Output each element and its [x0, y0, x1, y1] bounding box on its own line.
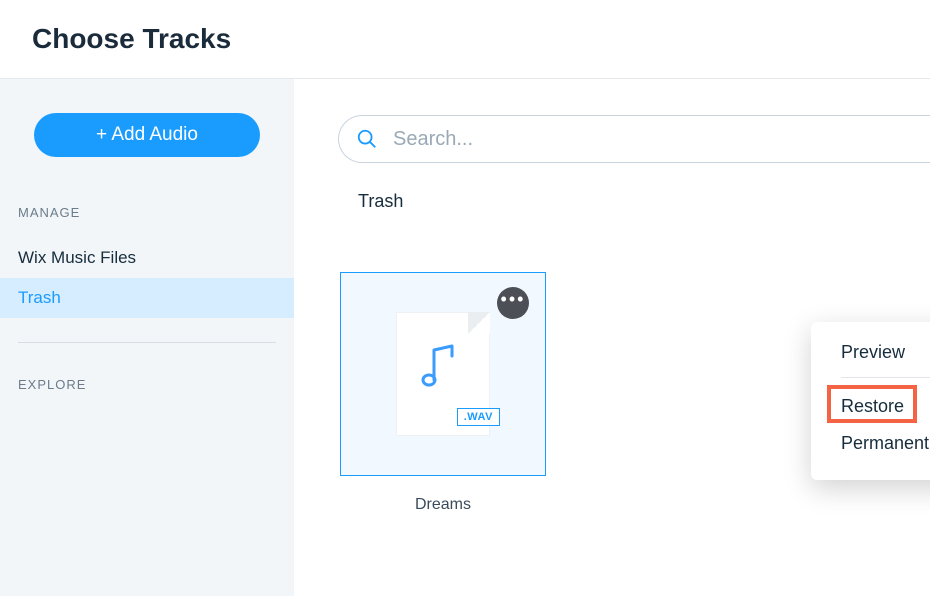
search-icon	[356, 128, 378, 150]
sidebar-divider	[18, 342, 276, 343]
track-tile[interactable]: .WAV •••	[340, 272, 546, 476]
menu-item-preview[interactable]: Preview Space	[829, 342, 930, 371]
search-wrap	[338, 115, 930, 163]
context-menu: Preview Space Restore Permanently Delete	[811, 322, 930, 480]
main-area: Trash .WAV ••• Dreams Preview Space	[294, 79, 930, 596]
file-extension-badge: .WAV	[457, 408, 500, 426]
music-note-icon	[420, 340, 460, 390]
menu-separator	[841, 377, 930, 378]
page-title: Choose Tracks	[32, 23, 231, 55]
section-label-manage: MANAGE	[0, 205, 294, 238]
header: Choose Tracks	[0, 0, 930, 79]
track-title: Dreams	[415, 496, 471, 514]
more-options-button[interactable]: •••	[497, 287, 529, 319]
menu-item-label: Restore	[841, 396, 904, 417]
file-icon: .WAV	[396, 312, 490, 436]
sidebar-item-trash[interactable]: Trash	[0, 278, 294, 318]
search-input[interactable]	[338, 115, 930, 163]
menu-item-permanently-delete[interactable]: Permanently Delete	[829, 425, 930, 462]
menu-item-label: Permanently Delete	[841, 433, 930, 454]
add-audio-button[interactable]: + Add Audio	[34, 113, 260, 157]
sidebar-item-wix-music-files[interactable]: Wix Music Files	[0, 238, 294, 278]
menu-item-label: Preview	[841, 342, 905, 363]
menu-item-restore[interactable]: Restore	[829, 388, 930, 425]
sidebar: + Add Audio MANAGE Wix Music Files Trash…	[0, 79, 294, 596]
breadcrumb: Trash	[358, 191, 930, 212]
section-label-explore: EXPLORE	[0, 377, 294, 410]
